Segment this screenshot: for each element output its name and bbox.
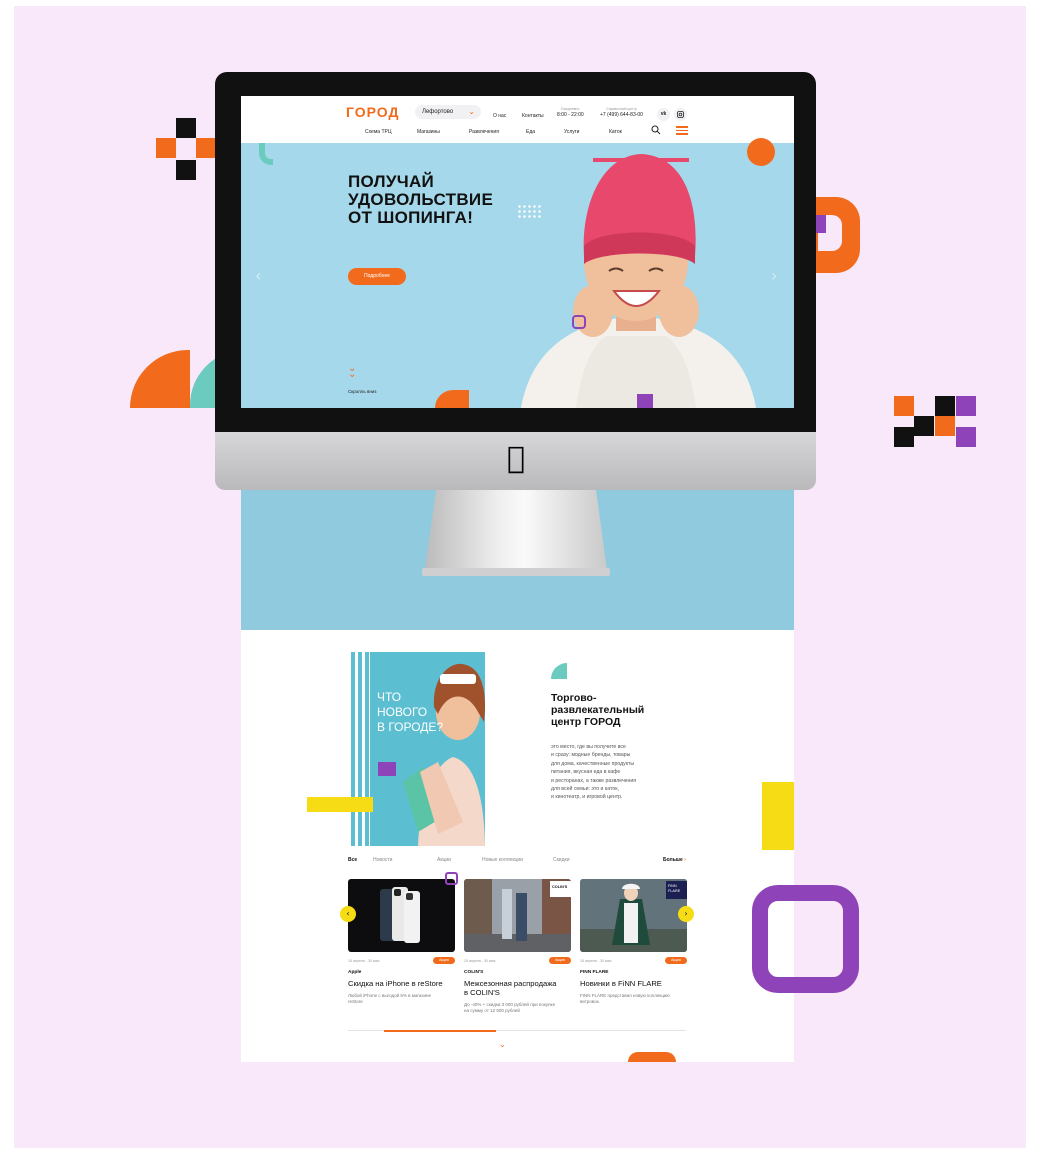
card-description: До -40% + скидка 3 000 рублей при покупк… xyxy=(464,1002,571,1014)
card-description: FINN FLARE представил новую коллекцию ве… xyxy=(580,993,687,1005)
filter-news[interactable]: Новости xyxy=(373,857,392,863)
card-image xyxy=(348,879,455,952)
filter-all[interactable]: Все xyxy=(348,857,357,863)
city-select[interactable]: Лефортово ⌄ xyxy=(415,105,481,119)
hero-title-line: ОТ ШОПИНГА! xyxy=(348,208,474,227)
filter-promotions[interactable]: Акции xyxy=(437,857,451,863)
chevron-down-icon: ⌄ xyxy=(468,107,475,116)
nav-item-map[interactable]: Схема ТРЦ xyxy=(365,129,392,135)
hero-photo xyxy=(481,138,794,408)
news-card[interactable]: 15 апреля - 30 мая Акция Apple Скидка на… xyxy=(348,879,455,1005)
page-lower-section: ЧТО НОВОГО В ГОРОДЕ? Торгово- развлекате… xyxy=(241,630,794,1062)
about-text-line: питания, вкусная еда в кафе xyxy=(551,769,621,776)
monitor-screen: ГОРОД Лефортово ⌄ О нас Контакты Ежеднев… xyxy=(241,96,794,408)
card-title-line: Скидка на iPhone в reStore xyxy=(348,979,443,988)
monitor-stand-base xyxy=(422,568,610,576)
monitor-stand xyxy=(425,490,607,570)
more-link[interactable]: Больше › xyxy=(663,857,686,863)
card-title-line: Новинки в FiNN FLARE xyxy=(580,979,662,988)
card-image: FiNN FLARE xyxy=(580,879,687,952)
card-title-line: Межсезонная распродажа xyxy=(464,979,557,988)
hero-title-line: УДОВОЛЬСТВИЕ xyxy=(348,190,494,209)
promo-banner[interactable]: ЧТО НОВОГО В ГОРОДЕ? xyxy=(348,652,485,846)
about-text-line: и сразу: модные бренды, товары xyxy=(551,752,631,759)
finn-flare-logo-label: FiNN FLARE xyxy=(668,884,681,893)
card-date: 15 апреля - 30 мая xyxy=(348,959,380,963)
card-meta: 15 апреля - 30 мая Акция xyxy=(464,957,571,965)
filter-discounts[interactable]: Скидки xyxy=(553,857,570,863)
hero-title: ПОЛУЧАЙ УДОВОЛЬСТВИЕ ОТ ШОПИНГА! xyxy=(348,173,493,227)
promo-title-line: В ГОРОДЕ? xyxy=(377,720,444,734)
card-image: COLIN'S xyxy=(464,879,571,952)
apple-logo-icon:  xyxy=(503,444,529,474)
about-title-line: развлекательный xyxy=(551,704,645,716)
about-title-line: центр ГОРОД xyxy=(551,716,621,728)
promo-title: ЧТО НОВОГО В ГОРОДЕ? xyxy=(377,690,443,735)
yellow-pattern-decoration xyxy=(307,797,373,812)
teal-corner-decoration xyxy=(259,143,273,165)
dots-decoration xyxy=(517,204,543,220)
hero-bottom-diamond xyxy=(637,394,653,408)
card-description: Любой iPhone с выгодой 5% в магазине reS… xyxy=(348,993,455,1005)
about-title: Торгово- развлекательный центр ГОРОД xyxy=(551,692,644,728)
about-text-line: и кинотеатр, и игровой центр. xyxy=(551,794,623,801)
hero-next-arrow-icon[interactable]: › xyxy=(771,266,777,285)
promo-title-line: НОВОГО xyxy=(377,705,428,719)
cards-prev-arrow-icon[interactable]: ‹ xyxy=(340,906,356,922)
yellow-bar-decoration xyxy=(762,782,794,850)
card-brand: COLIN'S xyxy=(464,970,484,975)
card-badge: Акция xyxy=(549,957,571,964)
promo-stripes xyxy=(348,652,370,846)
news-card[interactable]: FiNN FLARE 15 апреля - 30 мая Акция FINN … xyxy=(580,879,687,1005)
card-description-line: reStore xyxy=(348,999,363,1004)
hero-prev-arrow-icon[interactable]: ‹ xyxy=(255,266,261,285)
about-text-line: это место, где вы получите все xyxy=(551,744,626,750)
about-text-line: и ресторанах, а также развлечения xyxy=(551,777,637,784)
more-link-label: Больше xyxy=(663,857,683,863)
card-badge: Акция xyxy=(665,957,687,964)
city-select-value: Лефортово xyxy=(422,109,454,115)
card-title-line: в COLIN'S xyxy=(464,988,500,997)
card-description-line: ветровок. xyxy=(580,999,600,1004)
chevron-right-icon: › xyxy=(684,857,686,863)
news-card[interactable]: COLIN'S 15 апреля - 30 мая Акция COLIN'S… xyxy=(464,879,571,1014)
nav-item-shops[interactable]: Магазины xyxy=(417,129,440,135)
about-text-line: для всей семьи: это и каток, xyxy=(551,786,619,793)
cards-progress-fill xyxy=(384,1029,496,1032)
scroll-next-icon[interactable]: ⌄ xyxy=(499,1040,506,1049)
card-title: Скидка на iPhone в reStore xyxy=(348,979,455,988)
about-text: это место, где вы получите все и сразу: … xyxy=(551,743,661,802)
card-date: 15 апреля - 30 мая xyxy=(464,959,496,963)
about-text-line: для дома, качественные продукты xyxy=(551,760,635,767)
bottom-orange-shape xyxy=(628,1052,676,1062)
promo-title-line: ЧТО xyxy=(377,690,402,704)
hero-title-line: ПОЛУЧАЙ xyxy=(348,172,435,191)
card-title: Новинки в FiNN FLARE xyxy=(580,979,687,988)
cards-next-arrow-icon[interactable]: › xyxy=(678,906,694,922)
filter-new-collections[interactable]: Новые коллекции xyxy=(482,857,523,863)
scroll-down-label: Скролль вниз xyxy=(348,389,377,394)
scroll-down-icon[interactable]: ⌄ ⌄ xyxy=(348,364,356,380)
card-brand: FINN FLARE xyxy=(580,970,609,975)
card-date: 15 апреля - 30 мая xyxy=(580,959,612,963)
card-meta: 15 апреля - 30 мая Акция xyxy=(580,957,687,965)
teal-quarter-icon xyxy=(551,663,567,679)
site-logo[interactable]: ГОРОД xyxy=(346,104,399,120)
promo-photo xyxy=(403,663,485,846)
card-badge: Акция xyxy=(433,957,455,964)
small-purple-square-decoration xyxy=(445,872,458,885)
card-description-line: на сумму от 12 500 рублей xyxy=(464,1008,520,1013)
about-title-line: Торгово- xyxy=(551,692,597,704)
hero-more-button[interactable]: Подробнее xyxy=(348,268,406,285)
cards-progress-track xyxy=(348,1029,686,1032)
purple-frame-decoration xyxy=(752,885,859,993)
promo-diamond-icon xyxy=(378,762,396,776)
hero-bottom-shape xyxy=(435,390,469,408)
card-title: Межсезонная распродажа в COLIN'S xyxy=(464,979,571,997)
card-brand: Apple xyxy=(348,970,362,975)
card-meta: 15 апреля - 30 мая Акция xyxy=(348,957,455,965)
colins-logo-label: COLIN'S xyxy=(552,885,568,889)
